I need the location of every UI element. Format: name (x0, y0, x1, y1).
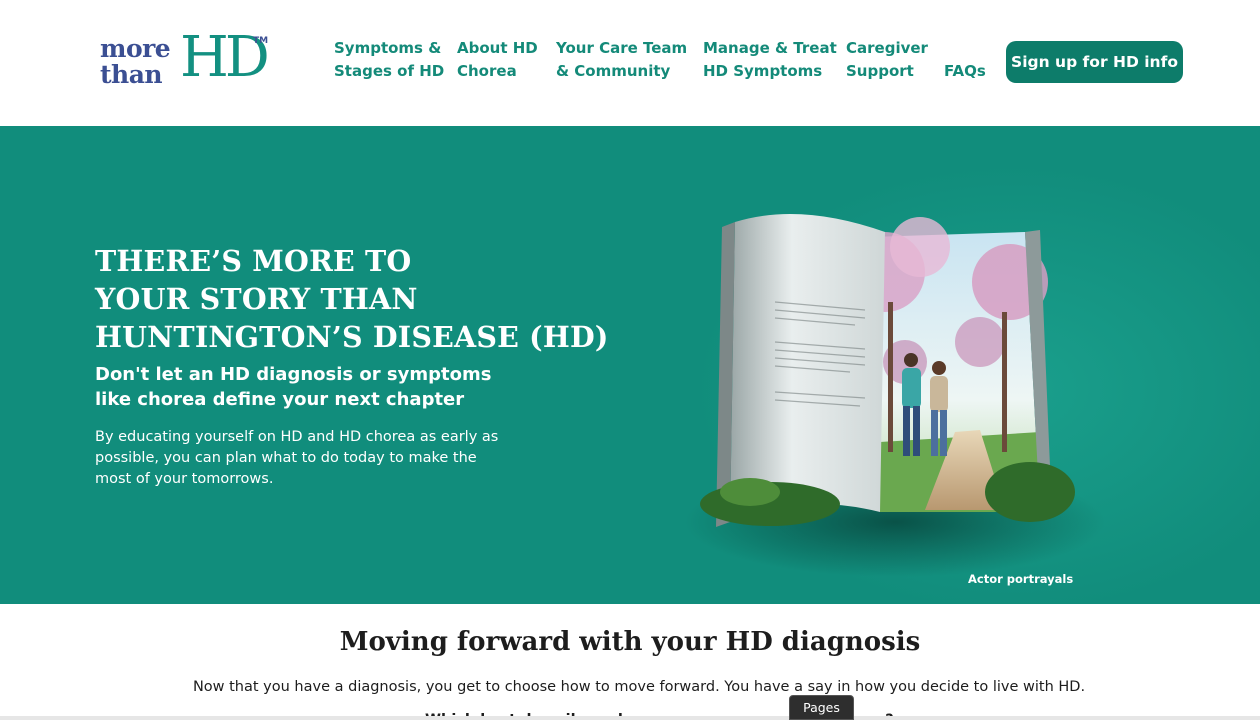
logo-word-more: more (100, 34, 171, 63)
hero-body-text: By educating yourself on HD and HD chore… (95, 429, 499, 487)
logo-word-than: than (100, 60, 163, 89)
hero-title-part2: TO (354, 244, 412, 278)
hero-banner: THERE’S MORE TO YOUR STORY THAN HUNTINGT… (0, 126, 1260, 604)
hero-title-line3: HUNTINGTON’S DISEASE (HD) (95, 320, 609, 354)
nav-caregiver-support[interactable]: Caregiver Support (846, 37, 928, 83)
signup-hd-info-button[interactable]: Sign up for HD info (1006, 41, 1183, 83)
nav-label-line2: Chorea (457, 62, 517, 80)
nav-care-team-community[interactable]: Your Care Team & Community (556, 37, 687, 83)
hero-title-part1: THERE’S (95, 244, 253, 278)
hero-title-line1: THERE’S MORE TO (95, 242, 575, 280)
logo-trademark: TM (253, 36, 269, 46)
moving-forward-title: Moving forward with your HD diagnosis (339, 627, 921, 657)
hero-title: THERE’S MORE TO YOUR STORY THAN HUNTINGT… (95, 242, 609, 356)
hero-subtitle: Don't let an HD diagnosis or symptoms li… (95, 364, 492, 410)
nav-label-line1: Your Care Team (556, 39, 688, 57)
bottom-edge-bar (0, 716, 1260, 720)
nav-label-line2: Support (846, 62, 914, 80)
nav-label-line1: Symptoms & (334, 39, 442, 57)
nav-manage-treat[interactable]: Manage & Treat HD Symptoms (703, 37, 837, 83)
more-than-hd-logo[interactable]: more than HD TM (100, 28, 275, 90)
moving-forward-body: Now that you have a diagnosis, you get t… (192, 679, 1086, 695)
nav-label-line1: About HD (457, 39, 538, 57)
actor-portrayals-note: Actor portrayals (968, 572, 1074, 586)
open-book-couple-illustration (685, 214, 1105, 577)
nav-label-line2: Stages of HD (334, 62, 445, 80)
nav-label-line2: & Community (556, 62, 671, 80)
nav-label-line1: FAQs (944, 62, 986, 80)
site-header: more than HD TM Symptoms & Stages of HD … (0, 0, 1260, 126)
nav-about-hd-chorea[interactable]: About HD Chorea (457, 37, 538, 83)
hero-title-bold: MORE (252, 244, 355, 278)
nav-faqs[interactable]: FAQs (944, 60, 986, 83)
nav-label-line1: Caregiver (846, 39, 928, 57)
hero-title-line2: YOUR STORY THAN (95, 282, 418, 316)
nav-symptoms-stages[interactable]: Symptoms & Stages of HD (334, 37, 444, 83)
nav-label-line2: HD Symptoms (703, 62, 823, 80)
pages-tab[interactable]: Pages (789, 695, 854, 720)
nav-label-line1: Manage & Treat (703, 39, 837, 57)
